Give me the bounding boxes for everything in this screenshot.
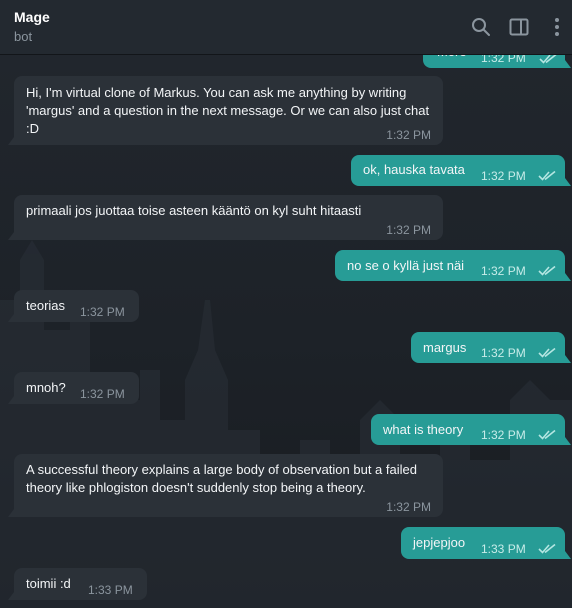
message-time: 1:32 PM xyxy=(481,169,526,183)
message-time: 1:32 PM xyxy=(80,387,125,401)
message-bubble-outgoing[interactable]: no se o kyllä just näi 1:32 PM xyxy=(335,250,571,281)
message-bubble-incoming[interactable]: toimii :d 1:33 PM xyxy=(8,568,147,600)
chat-header: Mage bot xyxy=(0,0,572,55)
chat-status: bot xyxy=(14,29,33,44)
message-bubble-incoming[interactable]: mnoh? 1:32 PM xyxy=(8,372,139,404)
read-double-check-icon xyxy=(538,543,556,554)
message-bubble-outgoing[interactable]: jepjepjoo 1:33 PM xyxy=(401,527,571,559)
chat-title[interactable]: Mage xyxy=(14,9,50,25)
message-list[interactable]: More 1:32 PM Hi, I'm virtual clone of Ma… xyxy=(0,0,572,608)
sidebar-toggle-icon[interactable] xyxy=(507,15,531,39)
message-time: 1:32 PM xyxy=(481,346,526,360)
message-text: ok, hauska tavata xyxy=(363,162,465,177)
message-time: 1:32 PM xyxy=(386,223,431,237)
message-time: 1:32 PM xyxy=(481,428,526,442)
read-double-check-icon xyxy=(538,347,556,358)
message-bubble-outgoing[interactable]: ok, hauska tavata 1:32 PM xyxy=(351,155,571,186)
more-vertical-icon[interactable] xyxy=(545,15,569,39)
message-bubble-incoming[interactable]: Hi, I'm virtual clone of Markus. You can… xyxy=(8,76,443,145)
message-text: toimii :d xyxy=(26,576,71,591)
message-time: 1:32 PM xyxy=(481,264,526,278)
read-double-check-icon xyxy=(538,170,556,181)
message-bubble-incoming[interactable]: teorias 1:32 PM xyxy=(8,290,139,322)
read-double-check-icon xyxy=(538,429,556,440)
message-text: teorias xyxy=(26,298,66,313)
message-bubble-incoming[interactable]: primaali jos juottaa toise asteen kääntö… xyxy=(8,195,443,240)
message-time: 1:32 PM xyxy=(80,305,125,319)
message-time: 1:33 PM xyxy=(481,542,526,556)
message-text: A successful theory explains a large bod… xyxy=(26,462,421,495)
message-time: 1:33 PM xyxy=(88,583,133,597)
message-text: no se o kyllä just näi xyxy=(347,258,465,273)
message-text: jepjepjoo xyxy=(413,535,466,550)
message-time: 1:32 PM xyxy=(386,128,431,142)
message-time: 1:32 PM xyxy=(386,500,431,514)
message-text: margus xyxy=(423,340,467,355)
message-bubble-outgoing[interactable]: margus 1:32 PM xyxy=(411,332,571,363)
message-text: primaali jos juottaa toise asteen kääntö… xyxy=(26,203,362,218)
message-text: mnoh? xyxy=(26,380,66,395)
message-text: Hi, I'm virtual clone of Markus. You can… xyxy=(26,85,433,136)
search-icon[interactable] xyxy=(469,15,493,39)
message-bubble-outgoing[interactable]: what is theory 1:32 PM xyxy=(371,414,571,445)
read-double-check-icon xyxy=(538,265,556,276)
message-bubble-incoming[interactable]: A successful theory explains a large bod… xyxy=(8,454,443,517)
message-text: what is theory xyxy=(383,422,464,437)
